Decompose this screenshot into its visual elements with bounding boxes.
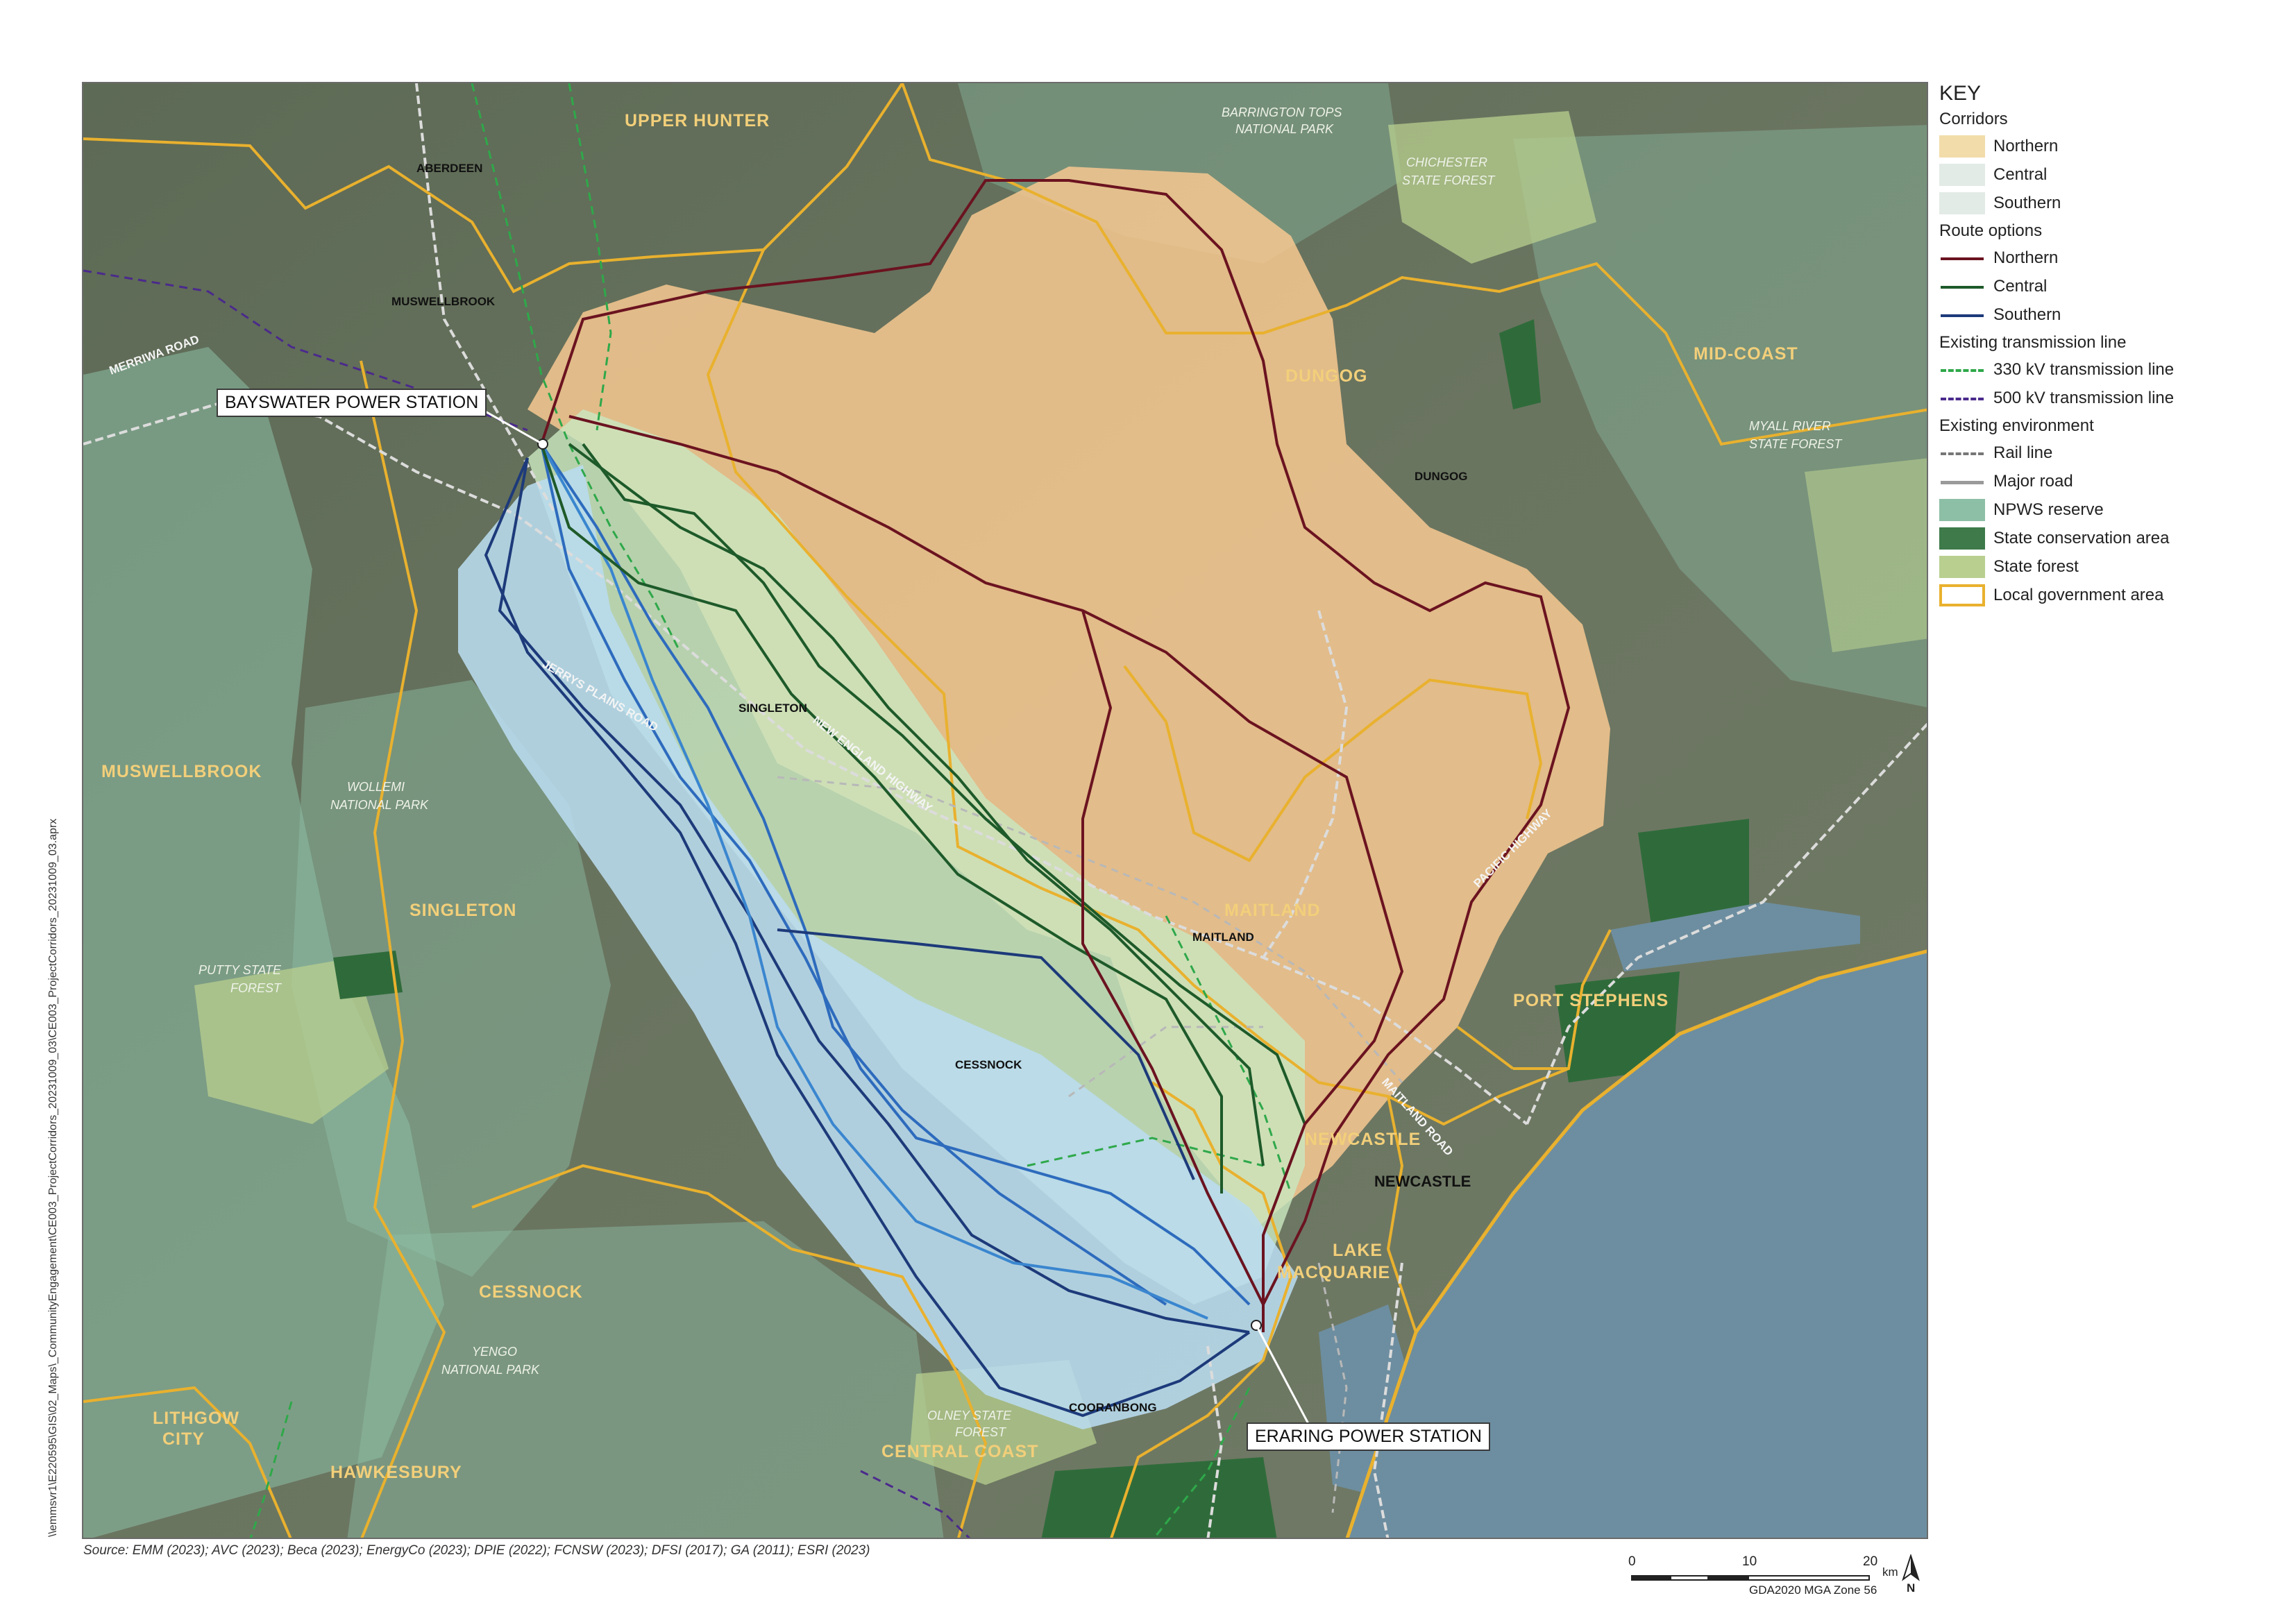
scale-segment-1 xyxy=(1631,1575,1670,1581)
legend-item-state-forest: State forest xyxy=(1939,552,2282,581)
town-label-dungog: DUNGOG xyxy=(1415,470,1468,483)
scale-segment-4 xyxy=(1748,1575,1870,1581)
corridor-northern-swatch xyxy=(1939,135,1985,158)
lga-label-lithgow: LITHGOW xyxy=(153,1409,239,1428)
park-label-barrington-1: BARRINGTON TOPS xyxy=(1222,105,1342,119)
route-southern-line-icon xyxy=(1939,304,1985,326)
scale-crs: GDA2020 MGA Zone 56 xyxy=(1749,1583,1877,1597)
town-label-maitland: MAITLAND xyxy=(1192,931,1254,944)
legend-title: KEY xyxy=(1939,82,1982,105)
scale-tick-20: 20 xyxy=(1863,1554,1878,1569)
legend-item-corridor-southern: Southern xyxy=(1939,189,2282,217)
legend-group-transmission: Existing transmission line xyxy=(1939,333,2127,352)
scale-unit: km xyxy=(1882,1565,1898,1579)
legend-item-route-northern: Northern xyxy=(1939,244,2282,272)
park-label-wollemi-1: WOLLEMI xyxy=(347,780,405,794)
park-label-barrington-2: NATIONAL PARK xyxy=(1235,122,1334,136)
legend-group-routes: Route options xyxy=(1939,221,2043,240)
town-label-muswellbrook: MUSWELLBROOK xyxy=(391,295,496,308)
legend: KEY Corridors Northern Central Southern … xyxy=(1935,82,2282,609)
bayswater-power-station-callout[interactable]: BAYSWATER POWER STATION xyxy=(217,389,487,417)
scale-bar: 0 10 20 km GDA2020 MGA Zone 56 xyxy=(1628,1554,1898,1597)
lga-label-dungog: DUNGOG xyxy=(1285,366,1368,386)
north-label: N xyxy=(1907,1581,1915,1593)
state-forest-swatch xyxy=(1939,555,1985,578)
lga-label-mid-coast: MID-COAST xyxy=(1694,344,1798,364)
legend-item-rail: Rail line xyxy=(1939,439,2282,467)
park-label-putty-2: FOREST xyxy=(230,981,282,995)
scale-segment-3 xyxy=(1709,1575,1748,1581)
legend-group-environment: Existing environment xyxy=(1939,416,2094,435)
legend-item-npws: NPWS reserve xyxy=(1939,495,2282,524)
legend-item-route-central: Central xyxy=(1939,272,2282,300)
legend-item-500kv: 500 kV transmission line xyxy=(1939,384,2282,412)
map-frame[interactable]: UPPER HUNTER DUNGOG MID-COAST MUSWELLBRO… xyxy=(82,82,1928,1539)
corridor-central-swatch xyxy=(1939,163,1985,186)
legend-group-corridors: Corridors xyxy=(1939,110,2008,128)
legend-item-lga: Local government area xyxy=(1939,581,2282,609)
legend-item-corridor-northern: Northern xyxy=(1939,132,2282,160)
legend-item-route-southern: Southern xyxy=(1939,300,2282,329)
rail-line-icon xyxy=(1939,442,1985,464)
town-label-cessnock: CESSNOCK xyxy=(955,1058,1022,1071)
park-label-yengo-2: NATIONAL PARK xyxy=(441,1363,540,1377)
source-note: Source: EMM (2023); AVC (2023); Beca (20… xyxy=(83,1543,870,1558)
lga-label-newcastle: NEWCASTLE xyxy=(1305,1130,1421,1149)
route-central-line-icon xyxy=(1939,275,1985,298)
file-path-note: \\emmsvr1\E220595\GIS\02_Maps\_Community… xyxy=(47,818,59,1537)
major-road-line-icon xyxy=(1939,470,1985,493)
lga-label-port-stephens: PORT STEPHENS xyxy=(1513,991,1669,1010)
park-label-myall-1: MYALL RIVER xyxy=(1749,419,1831,433)
lga-label-city: CITY xyxy=(162,1429,205,1449)
route-northern-line-icon xyxy=(1939,247,1985,269)
town-label-aberdeen: ABERDEEN xyxy=(416,162,482,175)
town-label-cooranbong: COORANBONG xyxy=(1069,1401,1157,1414)
scale-tick-10: 10 xyxy=(1742,1554,1757,1569)
park-label-yengo-1: YENGO xyxy=(472,1345,517,1359)
map-canvas[interactable]: UPPER HUNTER DUNGOG MID-COAST MUSWELLBRO… xyxy=(83,83,1928,1539)
lga-label-cessnock: CESSNOCK xyxy=(479,1282,583,1302)
lga-label-hawkesbury: HAWKESBURY xyxy=(330,1463,462,1482)
park-label-wollemi-2: NATIONAL PARK xyxy=(330,798,429,812)
lga-label-macquarie: MACQUARIE xyxy=(1277,1263,1390,1282)
lga-label-maitland: MAITLAND xyxy=(1224,901,1321,920)
transmission-330kv-line-icon xyxy=(1939,359,1985,381)
legend-item-road: Major road xyxy=(1939,467,2282,495)
legend-item-330kv: 330 kV transmission line xyxy=(1939,355,2282,384)
corridor-southern-swatch xyxy=(1939,192,1985,214)
lga-label-central-coast: CENTRAL COAST xyxy=(881,1442,1038,1461)
legend-item-state-conservation: State conservation area xyxy=(1939,524,2282,552)
town-label-newcastle: NEWCASTLE xyxy=(1374,1173,1471,1190)
park-label-putty-1: PUTTY STATE xyxy=(199,963,282,977)
lga-label-upper-hunter: UPPER HUNTER xyxy=(625,111,770,130)
state-conservation-swatch xyxy=(1939,527,1985,550)
town-label-singleton: SINGLETON xyxy=(738,702,807,715)
park-label-myall-2: STATE FOREST xyxy=(1749,437,1843,451)
lga-label-singleton: SINGLETON xyxy=(410,901,516,920)
park-label-chichester-2: STATE FOREST xyxy=(1402,173,1496,187)
lga-label-lake: LAKE xyxy=(1333,1241,1383,1260)
north-arrow-icon: N xyxy=(1900,1553,1921,1595)
legend-item-corridor-central: Central xyxy=(1939,160,2282,189)
scale-tick-0: 0 xyxy=(1628,1554,1636,1569)
eraring-power-station-callout[interactable]: ERARING POWER STATION xyxy=(1247,1422,1490,1451)
park-label-olney-1: OLNEY STATE xyxy=(927,1409,1012,1422)
lga-swatch xyxy=(1939,584,1985,606)
lga-label-muswellbrook: MUSWELLBROOK xyxy=(101,762,262,781)
npws-reserve-swatch xyxy=(1939,498,1985,521)
park-label-chichester-1: CHICHESTER xyxy=(1406,155,1487,169)
scale-segment-2 xyxy=(1670,1575,1709,1581)
transmission-500kv-line-icon xyxy=(1939,387,1985,409)
park-label-olney-2: FOREST xyxy=(955,1425,1007,1439)
